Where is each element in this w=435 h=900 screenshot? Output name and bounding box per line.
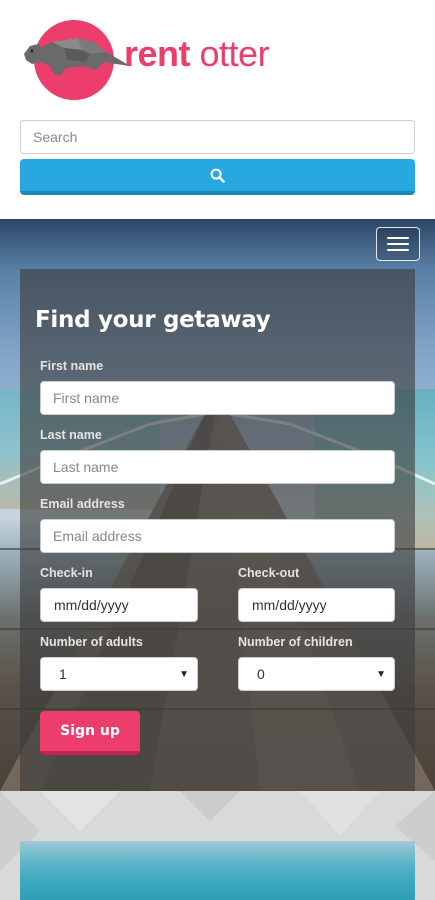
search-button[interactable] [20,159,415,195]
check-in-value: mm/dd/yyyy [54,597,129,613]
email-label: Email address [40,497,125,511]
search-icon [210,168,225,183]
caret-down-icon: ▼ [376,668,386,680]
last-name-label: Last name [40,428,102,442]
check-in-label: Check-in [40,566,93,580]
first-name-field[interactable] [40,381,395,415]
check-out-label: Check-out [238,566,300,580]
children-select[interactable]: 0 ▼ [238,657,395,691]
check-in-field[interactable]: mm/dd/yyyy [40,588,198,622]
check-out-value: mm/dd/yyyy [252,597,327,613]
hamburger-menu-icon-bar [387,249,409,251]
email-field[interactable] [40,519,395,553]
check-out-field[interactable]: mm/dd/yyyy [238,588,395,622]
children-select-value: 0 [257,666,265,682]
caret-down-icon: ▼ [179,668,189,680]
hamburger-menu-icon-bar [387,243,409,245]
adults-select-value: 1 [59,666,67,682]
site-header: rent otter [0,0,435,219]
otter-icon [24,38,130,76]
form-title: Find your getaway [35,307,271,333]
search-input[interactable] [20,120,415,154]
lower-section [0,791,435,900]
logo-word-rent: rent [124,33,191,74]
adults-select[interactable]: 1 ▼ [40,657,198,691]
logo-wordmark: rent otter [124,32,270,76]
hamburger-menu-icon [387,237,409,239]
adults-label: Number of adults [40,635,143,649]
listing-image-card[interactable] [20,841,415,900]
first-name-label: First name [40,359,104,373]
hamburger-menu-button[interactable] [376,227,420,261]
rent-otter-logo[interactable]: rent otter [20,18,320,102]
signup-form-panel: Find your getaway First name Last name E… [20,269,415,791]
hero-section: Find your getaway First name Last name E… [0,219,435,791]
last-name-field[interactable] [40,450,395,484]
logo-word-otter: otter [199,33,270,74]
sign-up-button[interactable]: Sign up [40,711,140,755]
children-label: Number of children [238,635,353,649]
